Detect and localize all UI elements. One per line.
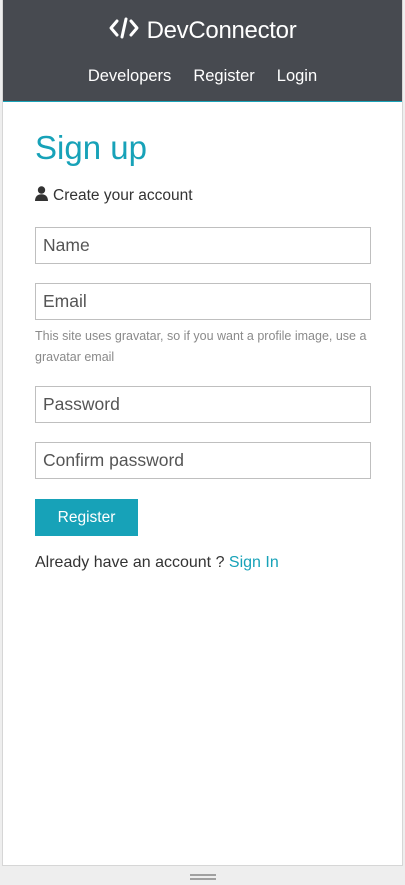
email-help-text: This site uses gravatar, so if you want … — [35, 329, 367, 364]
password-input[interactable] — [35, 386, 371, 423]
drag-handle-icon[interactable] — [190, 874, 216, 880]
navbar: DevConnector Developers Register Login — [3, 0, 402, 102]
nav-link-developers[interactable]: Developers — [88, 67, 171, 86]
email-input[interactable] — [35, 283, 371, 320]
user-icon — [35, 186, 53, 206]
brand-name[interactable]: DevConnector — [147, 17, 297, 45]
brand-logo[interactable]: DevConnector — [3, 15, 402, 47]
nav-links: Developers Register Login — [3, 67, 402, 86]
signup-section: Sign up Create your account This site us… — [35, 128, 371, 572]
signup-form: This site uses gravatar, so if you want … — [35, 227, 371, 536]
code-icon — [109, 17, 147, 46]
name-input[interactable] — [35, 227, 371, 264]
signin-prompt: Already have an account ? — [35, 554, 225, 571]
register-button[interactable]: Register — [35, 499, 138, 536]
lead-text: Create your account — [35, 186, 371, 206]
signin-link[interactable]: Sign In — [229, 554, 279, 571]
signin-row: Already have an account ? Sign In — [35, 554, 371, 572]
page-title: Sign up — [35, 129, 147, 166]
lead-label: Create your account — [53, 187, 193, 204]
nav-link-login[interactable]: Login — [277, 67, 317, 86]
nav-link-register[interactable]: Register — [193, 67, 254, 86]
page-frame: DevConnector Developers Register Login S… — [2, 0, 403, 866]
confirm-password-input[interactable] — [35, 442, 371, 479]
